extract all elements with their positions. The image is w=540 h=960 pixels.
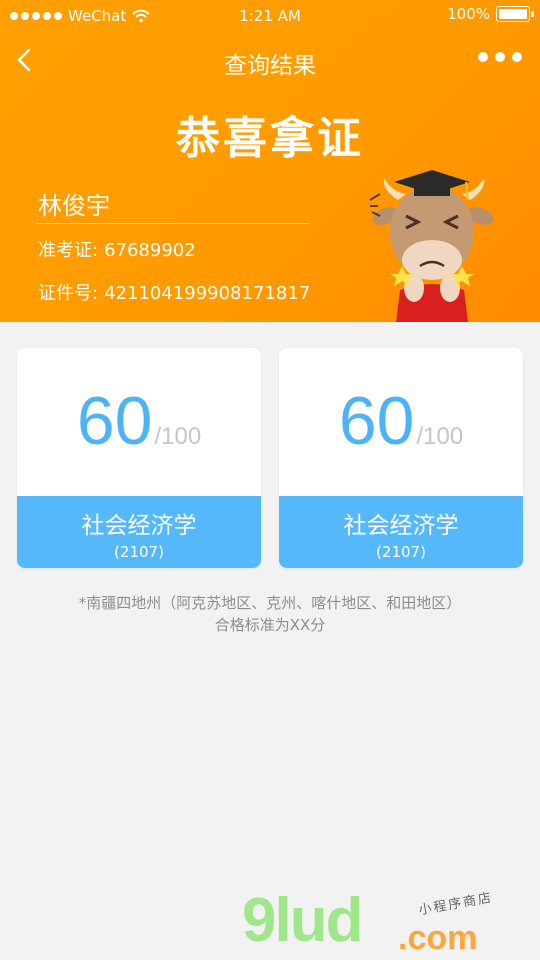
name-divider — [36, 223, 309, 224]
watermark-main: 9lud — [242, 886, 363, 955]
watermark-tagline: 小程序商店 — [417, 890, 495, 919]
subject-name: 社会经济学 — [343, 513, 459, 539]
subject-name: 社会经济学 — [81, 513, 197, 539]
subject-code: (2107) — [114, 543, 164, 561]
score-total: /100 — [154, 423, 202, 450]
candidate-name: 林俊宇 — [38, 192, 110, 220]
score-value: 60 — [338, 383, 415, 459]
id-number-label: 证件号: — [38, 283, 99, 304]
exam-number-label: 准考证: — [38, 240, 99, 261]
score-total: /100 — [416, 423, 464, 450]
battery-percent: 100% — [447, 5, 490, 23]
passing-note: *南疆四地州（阿克苏地区、克州、喀什地区、和田地区） 合格标准为XX分 — [0, 592, 540, 636]
more-dots-icon — [478, 52, 522, 62]
page-title: 查询结果 — [224, 53, 316, 79]
more-button[interactable] — [478, 52, 522, 62]
exam-number-row: 准考证: 67689902 — [38, 236, 196, 262]
id-number-row: 证件号: 421104199908171817 — [38, 279, 310, 305]
score-display: 60/100 — [279, 382, 523, 460]
subject-bar: 社会经济学 (2107) — [279, 496, 523, 568]
exam-number-value: 67689902 — [104, 240, 196, 261]
nav-bar: 查询结果 — [0, 32, 540, 88]
subject-code: (2107) — [376, 543, 426, 561]
result-header: WeChat 1:21 AM 100% 查询结果 恭喜拿证 林俊宇 准考证: 67… — [0, 0, 540, 322]
watermark-domain: .com — [398, 919, 478, 957]
battery-icon — [496, 6, 534, 22]
score-card: 60/100 社会经济学 (2107) — [17, 348, 261, 568]
mascot-cow-graduate — [369, 170, 494, 322]
congrats-heading: 恭喜拿证 — [176, 113, 364, 164]
note-line-2: 合格标准为XX分 — [214, 616, 326, 634]
status-bar: WeChat 1:21 AM 100% — [0, 0, 540, 32]
id-number-value: 421104199908171817 — [104, 283, 311, 304]
score-display: 60/100 — [17, 382, 261, 460]
note-line-1: *南疆四地州（阿克苏地区、克州、喀什地区、和田地区） — [78, 594, 462, 612]
score-value: 60 — [76, 383, 153, 459]
subject-bar: 社会经济学 (2107) — [17, 496, 261, 568]
watermark-logo: 9lud 小程序商店 .com — [238, 888, 528, 960]
score-card: 60/100 社会经济学 (2107) — [279, 348, 523, 568]
